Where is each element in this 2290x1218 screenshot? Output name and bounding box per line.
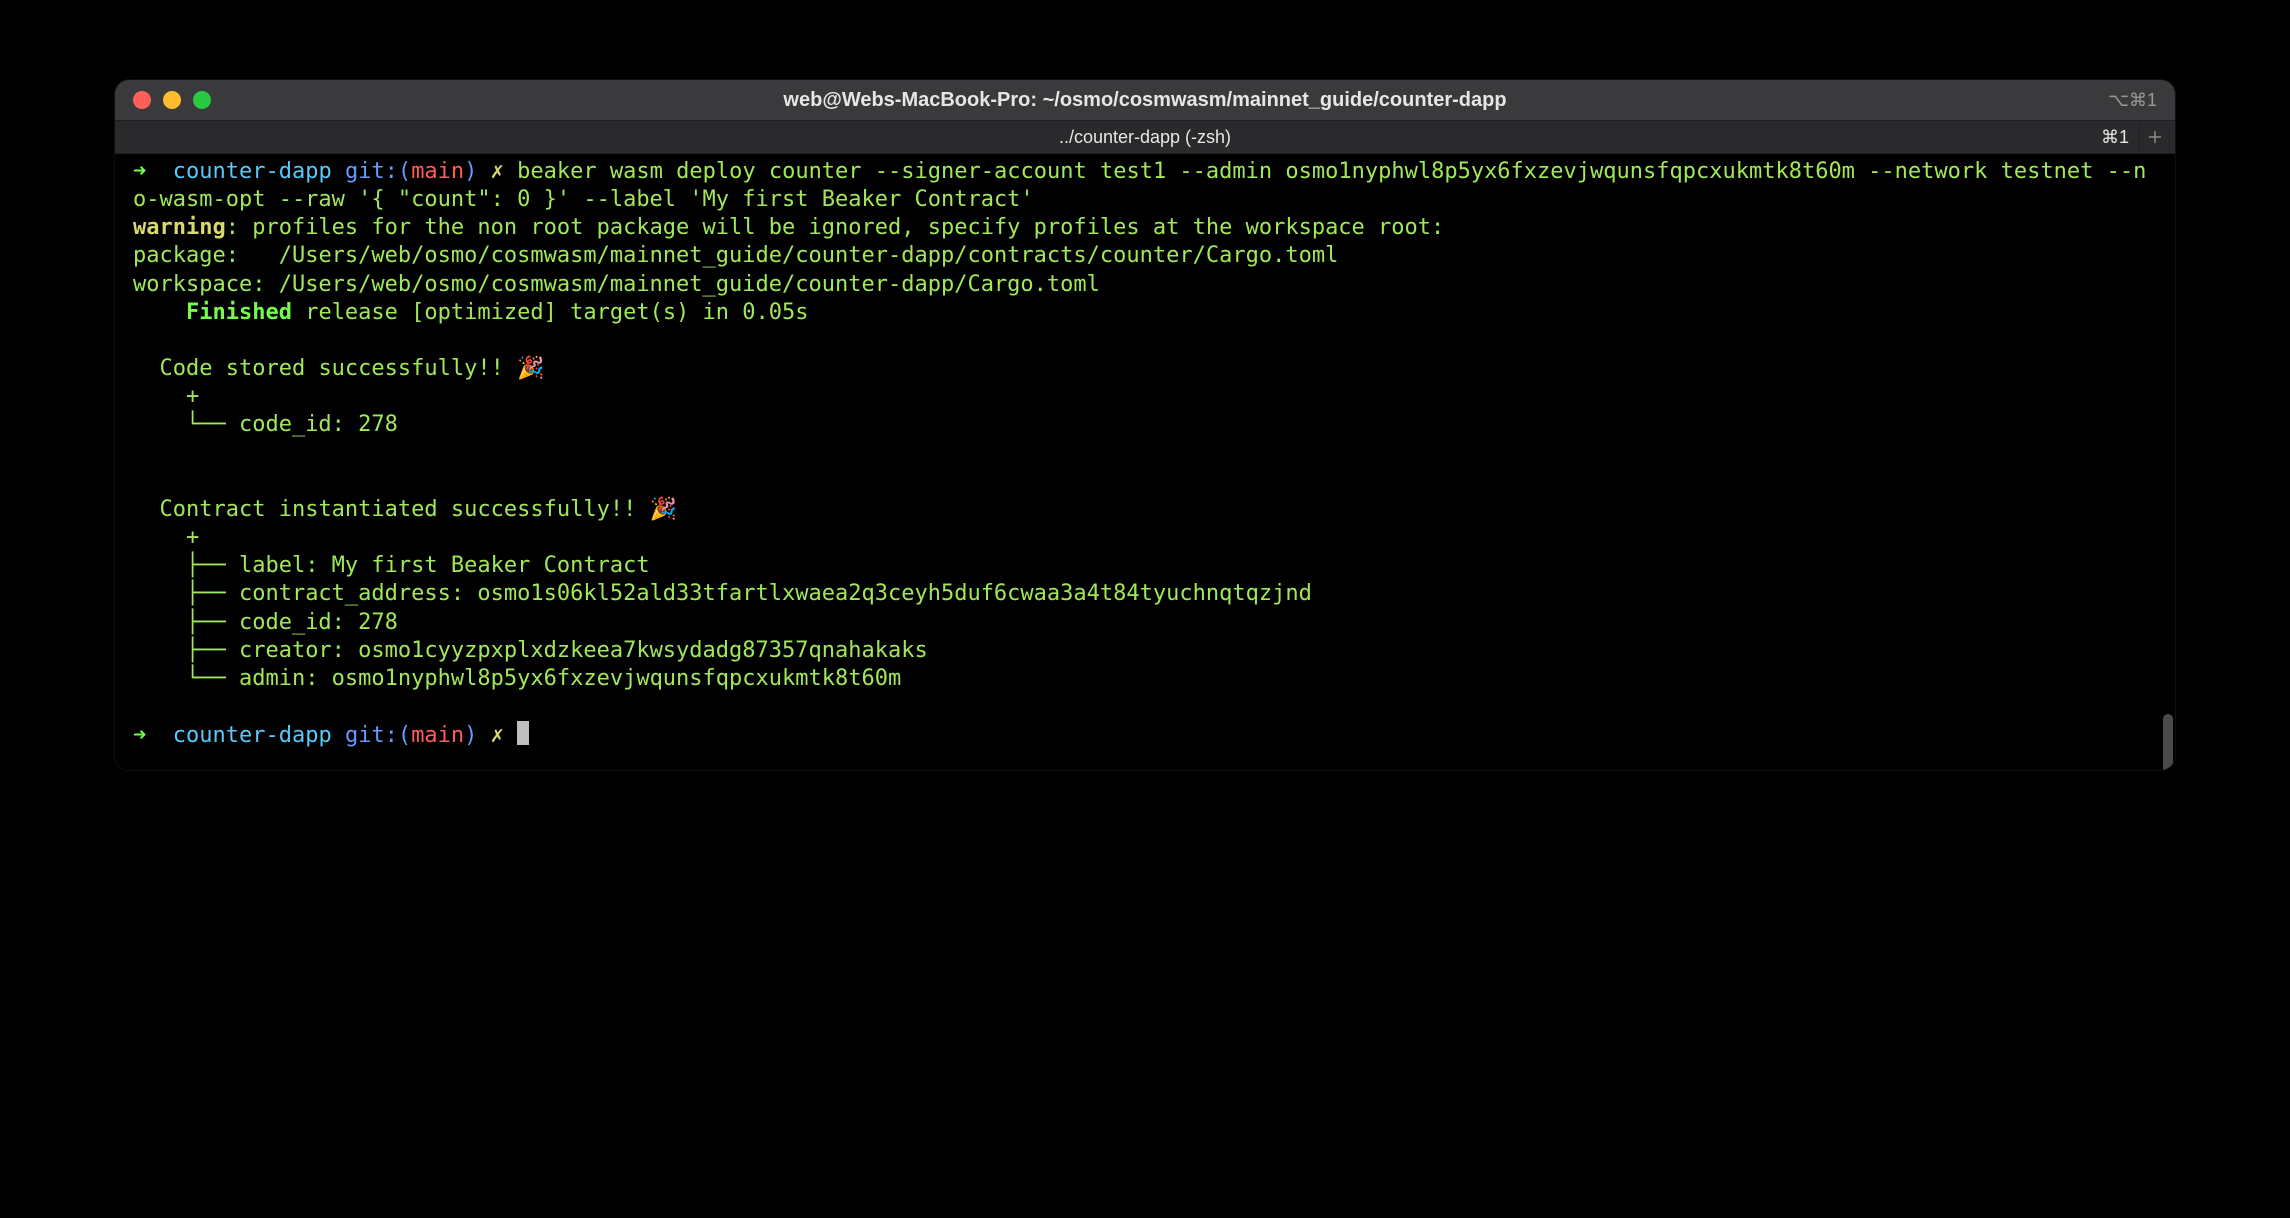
finished-text: release [optimized] target(s) in 0.05s bbox=[292, 300, 809, 325]
window-shortcut: ⌥⌘1 bbox=[2108, 90, 2157, 111]
warning-label: warning bbox=[133, 215, 226, 240]
tab-label[interactable]: ../counter-dapp (-zsh) bbox=[115, 127, 2175, 148]
terminal-body[interactable]: ➜ counter-dapp git:(main) ✗ beaker wasm … bbox=[115, 154, 2175, 770]
warning-workspace-label: workspace: bbox=[133, 272, 265, 297]
warning-text: : profiles for the non root package will… bbox=[226, 215, 1445, 240]
zoom-button[interactable] bbox=[193, 91, 211, 109]
tabbar: ../counter-dapp (-zsh) ⌘1 bbox=[115, 120, 2175, 154]
terminal-window: web@Webs-MacBook-Pro: ~/osmo/cosmwasm/ma… bbox=[115, 80, 2175, 770]
prompt-dir: counter-dapp bbox=[173, 159, 332, 184]
prompt-dirty: ✗ bbox=[491, 159, 518, 184]
new-tab-button[interactable] bbox=[2139, 122, 2169, 152]
finished-label: Finished bbox=[133, 300, 292, 325]
tab-shortcut: ⌘1 bbox=[2101, 127, 2129, 148]
prompt-git-prefix: git:( bbox=[332, 159, 411, 184]
cursor bbox=[517, 721, 529, 745]
instantiated-tree1: + bbox=[133, 525, 199, 550]
prompt2-arrow: ➜ bbox=[133, 723, 173, 748]
traffic-lights bbox=[133, 91, 211, 109]
prompt2-branch: main bbox=[411, 723, 464, 748]
warning-package-label: package: bbox=[133, 243, 239, 268]
instantiated-tree6: └── admin: osmo1nyphwl8p5yx6fxzevjwqunsf… bbox=[133, 666, 901, 691]
instantiated-tree3: ├── contract_address: osmo1s06kl52ald33t… bbox=[133, 581, 1312, 606]
stored-title: Code stored successfully!! 🎉 bbox=[133, 356, 545, 381]
minimize-button[interactable] bbox=[163, 91, 181, 109]
prompt-arrow: ➜ bbox=[133, 159, 173, 184]
scrollbar-thumb[interactable] bbox=[2163, 714, 2173, 770]
prompt2-git-prefix: git:( bbox=[332, 723, 411, 748]
prompt-branch: main bbox=[411, 159, 464, 184]
stored-tree2: └── code_id: 278 bbox=[133, 412, 398, 437]
instantiated-title: Contract instantiated successfully!! 🎉 bbox=[133, 497, 677, 522]
instantiated-tree5: ├── creator: osmo1cyyzpxplxdzkeea7kwsyda… bbox=[133, 638, 928, 663]
instantiated-tree2: ├── label: My first Beaker Contract bbox=[133, 553, 650, 578]
window-title: web@Webs-MacBook-Pro: ~/osmo/cosmwasm/ma… bbox=[115, 89, 2175, 112]
prompt2-git-suffix: ) bbox=[464, 723, 491, 748]
warning-package-path: /Users/web/osmo/cosmwasm/mainnet_guide/c… bbox=[239, 243, 1338, 268]
titlebar[interactable]: web@Webs-MacBook-Pro: ~/osmo/cosmwasm/ma… bbox=[115, 80, 2175, 120]
prompt-git-suffix: ) bbox=[464, 159, 491, 184]
prompt2-dir: counter-dapp bbox=[173, 723, 332, 748]
close-button[interactable] bbox=[133, 91, 151, 109]
instantiated-tree4: ├── code_id: 278 bbox=[133, 610, 398, 635]
plus-icon bbox=[2147, 129, 2163, 145]
prompt2-dirty: ✗ bbox=[491, 723, 518, 748]
warning-workspace-path: /Users/web/osmo/cosmwasm/mainnet_guide/c… bbox=[265, 272, 1099, 297]
stored-tree1: + bbox=[133, 384, 199, 409]
